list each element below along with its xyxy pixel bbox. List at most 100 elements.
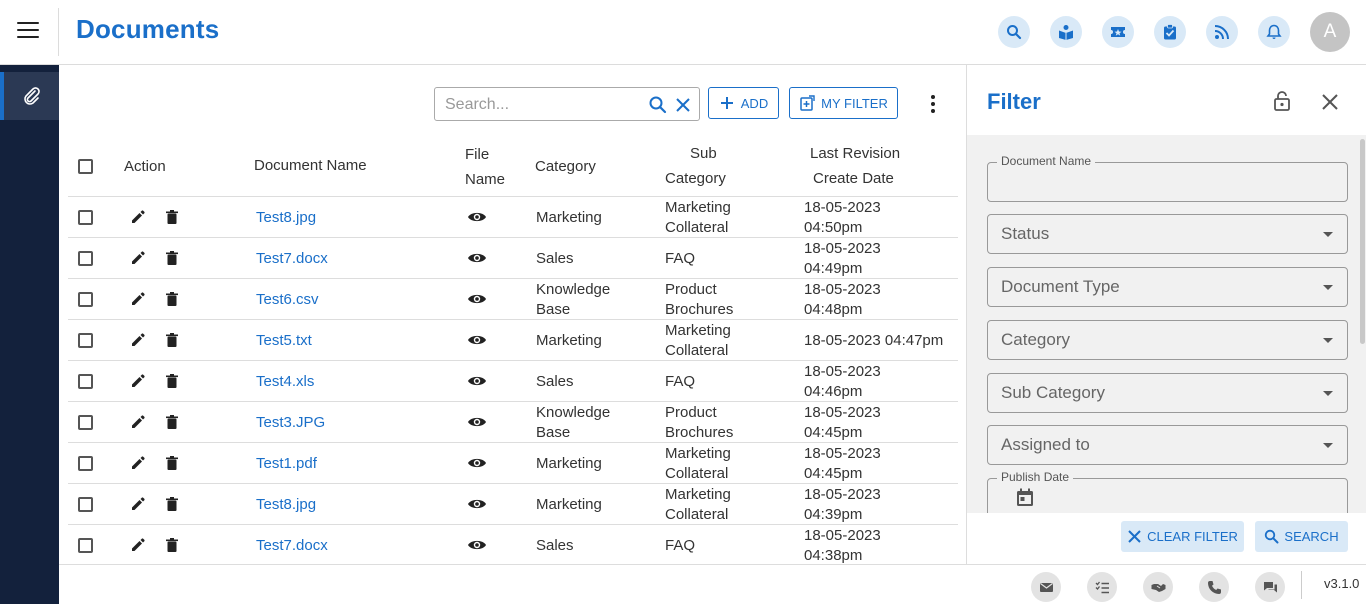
select-all-checkbox[interactable] — [78, 159, 93, 174]
sidebar-item-documents[interactable] — [0, 72, 59, 120]
close-icon[interactable] — [1321, 93, 1339, 111]
row-checkbox[interactable] — [78, 497, 93, 512]
view-file-icon[interactable] — [467, 332, 487, 348]
document-name-link[interactable]: Test8.jpg — [256, 495, 316, 515]
document-type-select[interactable]: Document Type — [987, 267, 1348, 307]
row-checkbox[interactable] — [78, 415, 93, 430]
mail-icon[interactable] — [1031, 572, 1061, 602]
document-name-link[interactable]: Test5.txt — [256, 331, 312, 351]
delete-icon[interactable] — [164, 414, 180, 430]
sub-category-cell: FAQ — [665, 537, 696, 554]
document-name-link[interactable]: Test4.xls — [256, 372, 314, 392]
document-name-link[interactable]: Test7.docx — [256, 249, 328, 269]
row-checkbox[interactable] — [78, 456, 93, 471]
clear-search-icon[interactable] — [673, 95, 693, 115]
unlock-icon[interactable] — [1272, 90, 1292, 112]
category-select[interactable]: Category — [987, 320, 1348, 360]
calendar-icon[interactable] — [1016, 488, 1034, 507]
paperclip-icon — [23, 87, 40, 105]
document-name-label: Document Name — [997, 154, 1096, 168]
column-header-document-name[interactable]: Document Name — [254, 153, 367, 178]
row-checkbox[interactable] — [78, 210, 93, 225]
view-file-icon[interactable] — [467, 373, 487, 389]
more-vertical-icon[interactable] — [924, 92, 942, 116]
document-name-field[interactable]: Document Name — [987, 154, 1348, 202]
row-checkbox[interactable] — [78, 374, 93, 389]
create-date-cell-line2: 04:48pm — [804, 301, 863, 318]
edit-icon[interactable] — [130, 537, 146, 553]
edit-icon[interactable] — [130, 496, 146, 512]
delete-icon[interactable] — [164, 537, 180, 553]
edit-icon[interactable] — [130, 209, 146, 225]
sub-category-cell-line1: Product — [665, 281, 717, 298]
column-header-file-name-line1: File — [465, 146, 490, 163]
create-date-cell-line2: 04:45pm — [804, 424, 863, 441]
view-file-icon[interactable] — [467, 209, 487, 225]
plus-icon — [720, 97, 733, 109]
edit-icon[interactable] — [130, 250, 146, 266]
handshake-icon[interactable] — [1143, 572, 1173, 602]
edit-icon[interactable] — [130, 414, 146, 430]
view-file-icon[interactable] — [467, 537, 487, 553]
filter-scrollbar[interactable] — [1360, 139, 1365, 344]
create-date-cell-line2: 04:49pm — [804, 260, 863, 277]
edit-icon[interactable] — [130, 373, 146, 389]
edit-icon[interactable] — [130, 455, 146, 471]
sub-category-cell-line1: Marketing — [665, 322, 731, 339]
search-button-label: SEARCH — [1284, 529, 1339, 544]
page-title: Documents — [76, 14, 220, 44]
delete-icon[interactable] — [164, 291, 180, 307]
book-reader-icon[interactable] — [1050, 16, 1082, 48]
hamburger-menu-icon[interactable] — [17, 22, 39, 42]
document-name-link[interactable]: Test8.jpg — [256, 208, 316, 228]
chat-icon[interactable] — [1255, 572, 1285, 602]
delete-icon[interactable] — [164, 496, 180, 512]
bell-icon[interactable] — [1258, 16, 1290, 48]
category-cell: Marketing — [536, 332, 602, 349]
delete-icon[interactable] — [164, 250, 180, 266]
edit-icon[interactable] — [130, 332, 146, 348]
row-checkbox[interactable] — [78, 333, 93, 348]
status-select[interactable]: Status — [987, 214, 1348, 254]
row-checkbox[interactable] — [78, 251, 93, 266]
category-cell: Marketing — [536, 209, 602, 226]
rss-icon[interactable] — [1206, 16, 1238, 48]
sub-category-cell: FAQ — [665, 373, 696, 390]
publish-date-field[interactable]: Publish Date — [987, 470, 1348, 513]
delete-icon[interactable] — [164, 373, 180, 389]
delete-icon[interactable] — [164, 209, 180, 225]
edit-icon[interactable] — [130, 291, 146, 307]
view-file-icon[interactable] — [467, 291, 487, 307]
row-checkbox[interactable] — [78, 538, 93, 553]
document-name-link[interactable]: Test3.JPG — [256, 413, 325, 433]
create-date-cell-line1: 18-05-2023 — [804, 527, 881, 544]
sub-category-select[interactable]: Sub Category — [987, 373, 1348, 413]
search-input[interactable] — [445, 94, 641, 116]
search-icon[interactable] — [998, 16, 1030, 48]
view-file-icon[interactable] — [467, 414, 487, 430]
document-name-link[interactable]: Test1.pdf — [256, 454, 317, 474]
document-name-link[interactable]: Test6.csv — [256, 290, 319, 310]
clipboard-check-icon[interactable] — [1154, 16, 1186, 48]
view-file-icon[interactable] — [467, 496, 487, 512]
create-date-cell-line1: 18-05-2023 — [804, 486, 881, 503]
checklist-icon[interactable] — [1087, 572, 1117, 602]
view-file-icon[interactable] — [467, 250, 487, 266]
column-header-category[interactable]: Category — [535, 154, 596, 179]
search-button[interactable]: SEARCH — [1255, 521, 1348, 552]
document-name-link[interactable]: Test7.docx — [256, 536, 328, 556]
status-label: Status — [1001, 224, 1050, 243]
delete-icon[interactable] — [164, 332, 180, 348]
create-date-cell-line2: 04:39pm — [804, 506, 863, 523]
my-filter-button[interactable]: MY FILTER — [789, 87, 898, 119]
clear-filter-button[interactable]: CLEAR FILTER — [1121, 521, 1244, 552]
add-button[interactable]: ADD — [708, 87, 779, 119]
view-file-icon[interactable] — [467, 455, 487, 471]
ticket-icon[interactable] — [1102, 16, 1134, 48]
search-icon[interactable] — [648, 95, 668, 115]
avatar[interactable]: A — [1310, 12, 1350, 52]
row-checkbox[interactable] — [78, 292, 93, 307]
delete-icon[interactable] — [164, 455, 180, 471]
phone-icon[interactable] — [1199, 572, 1229, 602]
assigned-to-select[interactable]: Assigned to — [987, 425, 1348, 465]
